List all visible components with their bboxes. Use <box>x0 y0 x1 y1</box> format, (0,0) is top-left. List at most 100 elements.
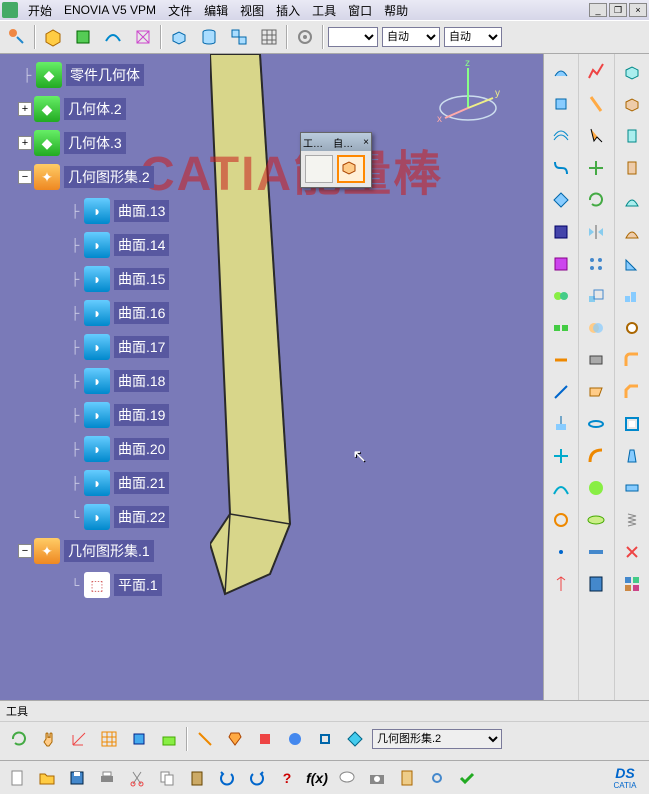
body-icon[interactable] <box>70 24 96 50</box>
menu-help[interactable]: 帮助 <box>378 0 414 21</box>
multi-pad-icon[interactable] <box>618 282 646 310</box>
tree-node-surface[interactable]: ├◗曲面.15 <box>0 262 200 296</box>
view-icon[interactable] <box>582 506 610 534</box>
tree-node-surface[interactable]: ├◗曲面.17 <box>0 330 200 364</box>
auto-combo-2[interactable]: 自动 <box>444 27 502 47</box>
link-icon[interactable] <box>424 765 450 791</box>
material-icon[interactable] <box>582 474 610 502</box>
redo-icon[interactable] <box>244 765 270 791</box>
tree-node-surface[interactable]: ├◗曲面.13 <box>0 194 200 228</box>
blend-icon[interactable] <box>547 218 575 246</box>
circle-icon[interactable] <box>547 506 575 534</box>
tree-node-surface[interactable]: ├◗曲面.19 <box>0 398 200 432</box>
floating-toolbar[interactable]: 工… 自… × <box>300 132 372 188</box>
fillet-icon[interactable] <box>618 346 646 374</box>
spec-tree[interactable]: ├ ◆ 零件几何体 + ◆ 几何体.2 + ◆ 几何体.3 − ✦ 几何图形集.… <box>0 54 200 602</box>
translate-icon[interactable] <box>582 154 610 182</box>
open-icon[interactable] <box>34 765 60 791</box>
comment-icon[interactable] <box>334 765 360 791</box>
wireframe-icon[interactable] <box>130 24 156 50</box>
tree-node-surface[interactable]: ├◗曲面.20 <box>0 432 200 466</box>
cylinder-icon[interactable] <box>196 24 222 50</box>
sweep-icon[interactable] <box>547 154 575 182</box>
intersect-icon[interactable] <box>547 442 575 470</box>
compass-icon[interactable]: z y x <box>433 58 503 128</box>
floating-toolbar-title[interactable]: 工… 自… × <box>301 133 371 151</box>
rib-icon[interactable] <box>618 186 646 214</box>
save-icon[interactable] <box>64 765 90 791</box>
menu-window[interactable]: 窗口 <box>342 0 378 21</box>
draft-icon[interactable] <box>582 90 610 118</box>
menu-tools[interactable]: 工具 <box>306 0 342 21</box>
draft-angle-icon[interactable] <box>618 442 646 470</box>
bottom-panel-title[interactable]: 工具 <box>0 701 649 722</box>
catalog-icon[interactable] <box>582 570 610 598</box>
undo-icon[interactable] <box>214 765 240 791</box>
working-icon[interactable] <box>156 726 182 752</box>
style-combo[interactable] <box>328 27 378 47</box>
pattern-icon[interactable] <box>582 250 610 278</box>
print-icon[interactable] <box>94 765 120 791</box>
tree-node-gset1[interactable]: − ✦ 几何图形集.1 <box>0 534 200 568</box>
curve-icon[interactable] <box>547 474 575 502</box>
groove-icon[interactable] <box>618 154 646 182</box>
new-icon[interactable] <box>4 765 30 791</box>
temp-icon[interactable] <box>282 726 308 752</box>
mirror-icon[interactable] <box>582 218 610 246</box>
chamfer-icon[interactable] <box>618 378 646 406</box>
tree-node-body3[interactable]: + ◆ 几何体.3 <box>0 126 200 160</box>
catalog-icon[interactable] <box>394 765 420 791</box>
camera-icon[interactable] <box>364 765 390 791</box>
axis-icon[interactable] <box>547 570 575 598</box>
floating-close-icon[interactable]: × <box>363 137 369 148</box>
cut-icon[interactable] <box>124 765 150 791</box>
thread-icon[interactable] <box>618 506 646 534</box>
hand-icon[interactable] <box>36 726 62 752</box>
extrude2-icon[interactable] <box>547 90 575 118</box>
line-icon[interactable] <box>547 378 575 406</box>
measure-icon[interactable] <box>582 538 610 566</box>
copy-icon[interactable] <box>154 765 180 791</box>
menu-view[interactable]: 视图 <box>234 0 270 21</box>
shaft-icon[interactable] <box>618 122 646 150</box>
join-icon[interactable] <box>547 282 575 310</box>
update-icon[interactable] <box>6 726 32 752</box>
slot-icon[interactable] <box>618 218 646 246</box>
trim-icon[interactable] <box>547 346 575 374</box>
offset-icon[interactable] <box>547 122 575 150</box>
tree-node-surface[interactable]: ├◗曲面.14 <box>0 228 200 262</box>
menu-start[interactable]: 开始 <box>22 0 58 21</box>
tree-node-surface[interactable]: ├◗曲面.16 <box>0 296 200 330</box>
only-current-icon[interactable] <box>312 726 338 752</box>
project-icon[interactable] <box>547 410 575 438</box>
check-icon[interactable] <box>454 765 480 791</box>
flyout-icon[interactable] <box>4 24 30 50</box>
current-object-combo[interactable]: 几何图形集.2 <box>372 729 502 749</box>
insert-mode-icon[interactable] <box>252 726 278 752</box>
split-icon[interactable] <box>547 314 575 342</box>
tube-icon[interactable] <box>582 410 610 438</box>
rotate-icon[interactable] <box>582 186 610 214</box>
paste-icon[interactable] <box>184 765 210 791</box>
sheet-icon[interactable] <box>582 378 610 406</box>
surface-icon[interactable] <box>100 24 126 50</box>
analysis-icon[interactable] <box>582 58 610 86</box>
boolean-icon[interactable] <box>582 314 610 342</box>
restore-button[interactable]: ❐ <box>609 3 627 17</box>
grid-tool-icon[interactable] <box>96 726 122 752</box>
tree-node-body2[interactable]: + ◆ 几何体.2 <box>0 92 200 126</box>
expand-icon[interactable]: + <box>18 136 32 150</box>
keep-icon[interactable] <box>222 726 248 752</box>
collapse-icon[interactable]: − <box>18 170 32 184</box>
box-icon[interactable] <box>166 24 192 50</box>
menu-insert[interactable]: 插入 <box>270 0 306 21</box>
grid-icon[interactable] <box>256 24 282 50</box>
thickness-icon[interactable] <box>618 474 646 502</box>
expand-icon[interactable]: + <box>18 102 32 116</box>
fill-icon[interactable] <box>547 186 575 214</box>
menu-enovia[interactable]: ENOVIA V5 VPM <box>58 1 162 19</box>
diamond-icon[interactable] <box>342 726 368 752</box>
select-icon[interactable] <box>582 122 610 150</box>
float-btn-1[interactable] <box>305 155 333 183</box>
collapse-icon[interactable]: − <box>18 544 32 558</box>
